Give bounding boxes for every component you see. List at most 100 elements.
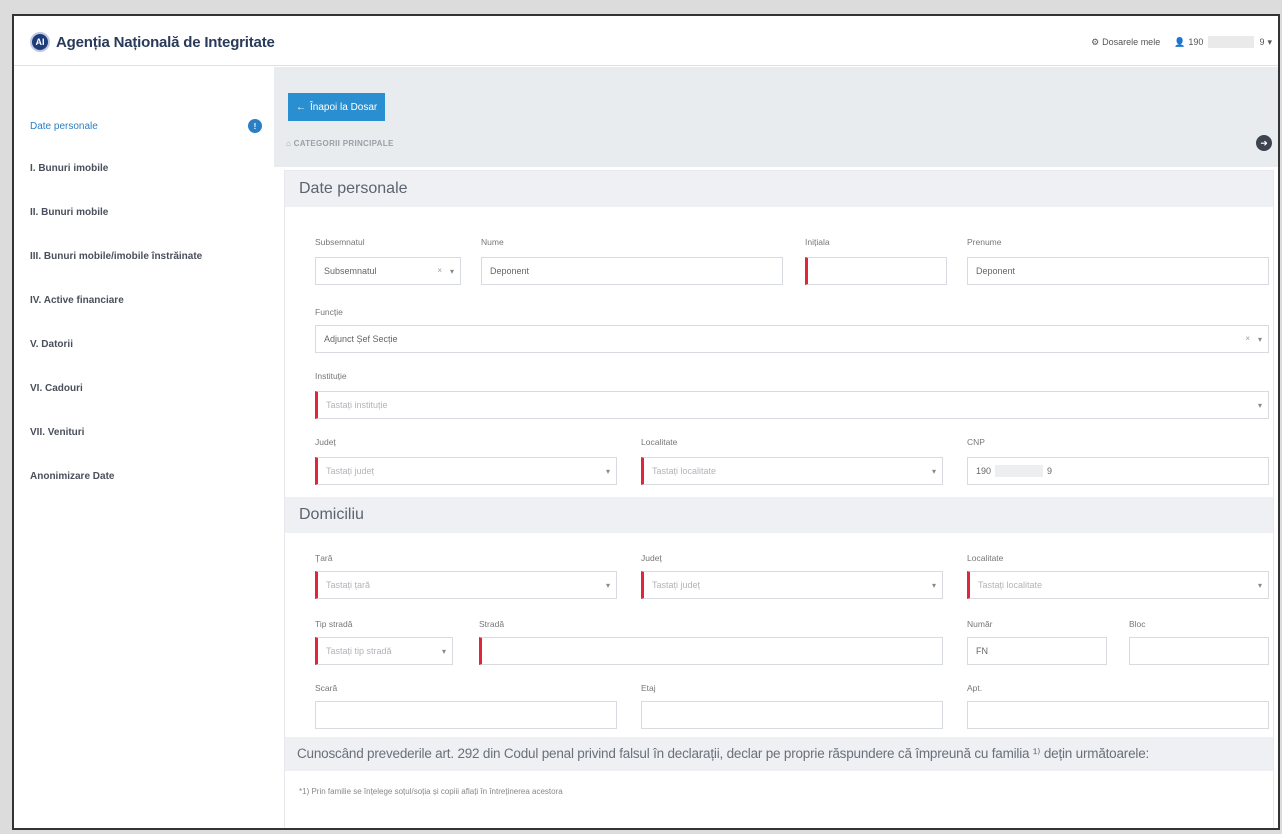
- scara-label: Scară: [315, 683, 338, 693]
- back-to-dossier-button[interactable]: ← Înapoi la Dosar: [288, 93, 386, 121]
- tara-select[interactable]: Tastați țară ▾: [315, 571, 617, 599]
- etaj-label: Etaj: [641, 683, 656, 693]
- subsemnatul-label: Subsemnatul: [315, 237, 365, 247]
- apt-label: Apt.: [967, 683, 983, 693]
- tara-placeholder: Tastați țară: [326, 580, 371, 590]
- arrow-left-icon: ←: [296, 101, 306, 113]
- localitate-placeholder: Tastați localitate: [652, 466, 717, 476]
- next-arrow-button[interactable]: ➜: [1256, 135, 1272, 151]
- subsemnatul-value: Subsemnatul: [324, 266, 377, 276]
- judet-label: Județ: [315, 437, 336, 447]
- bloc-label: Bloc: [1129, 619, 1146, 629]
- localitate-label: Localitate: [641, 437, 678, 447]
- dom-judet-placeholder: Tastați județ: [652, 580, 701, 590]
- initiala-input[interactable]: [805, 257, 947, 285]
- declaration-text: Cunoscând prevederile art. 292 din Codul…: [285, 737, 1273, 771]
- etaj-input[interactable]: [641, 701, 943, 729]
- bloc-input[interactable]: [1129, 637, 1269, 665]
- sidebar-item-bunuri-instrainate[interactable]: III. Bunuri mobile/imobile înstrăinate: [30, 251, 262, 262]
- dom-localitate-placeholder: Tastați localitate: [978, 580, 1043, 590]
- sidebar: Date personale ! I. Bunuri imobile II. B…: [14, 67, 272, 828]
- tip-strada-label: Tip stradă: [315, 619, 353, 629]
- dom-judet-select[interactable]: Tastați județ ▾: [641, 571, 943, 599]
- prenume-value: Deponent: [976, 266, 1016, 276]
- sidebar-item-datorii[interactable]: V. Datorii: [30, 339, 262, 350]
- nume-input[interactable]: Deponent: [481, 257, 783, 285]
- user-id-start: 190: [1188, 37, 1204, 47]
- my-dossiers-link[interactable]: ⚙ Dosarele mele: [1091, 37, 1160, 48]
- judet-select[interactable]: Tastați județ ▾: [315, 457, 617, 485]
- top-navbar: AI Agenția Națională de Integritate ⚙ Do…: [14, 16, 1278, 66]
- brand-name: Agenția Națională de Integritate: [56, 33, 275, 51]
- dom-localitate-label: Localitate: [967, 553, 1004, 563]
- dom-localitate-select[interactable]: Tastați localitate ▾: [967, 571, 1269, 599]
- sidebar-item-label: V. Datorii: [30, 339, 73, 350]
- chevron-down-icon: ▾: [441, 647, 446, 656]
- cnp-end: 9: [1047, 466, 1053, 476]
- ani-logo-icon: AI: [30, 32, 50, 52]
- chevron-down-icon: ▾: [1267, 36, 1272, 47]
- sidebar-item-venituri[interactable]: VII. Venituri: [30, 427, 262, 438]
- numar-input[interactable]: FN: [967, 637, 1107, 665]
- apt-input[interactable]: [967, 701, 1269, 729]
- chevron-down-icon: ▾: [605, 581, 610, 590]
- strada-input[interactable]: [479, 637, 943, 665]
- chevron-down-icon: ▾: [1257, 335, 1262, 344]
- prenume-input[interactable]: Deponent: [967, 257, 1269, 285]
- sidebar-item-label: IV. Active financiare: [30, 295, 124, 306]
- sidebar-item-label: Anonimizare Date: [30, 471, 115, 482]
- prenume-label: Prenume: [967, 237, 1002, 247]
- functie-select[interactable]: Adjunct Șef Secție × ▾: [315, 325, 1269, 353]
- clear-icon[interactable]: ×: [1245, 334, 1250, 343]
- numar-label: Număr: [967, 619, 993, 629]
- users-icon: ⚙: [1091, 36, 1100, 47]
- chevron-down-icon: ▾: [931, 581, 936, 590]
- sidebar-item-label: VII. Venituri: [30, 427, 85, 438]
- localitate-select[interactable]: Tastați localitate ▾: [641, 457, 943, 485]
- redacted-user-id: [1208, 36, 1255, 48]
- sidebar-item-bunuri-mobile[interactable]: II. Bunuri mobile: [30, 207, 262, 218]
- judet-placeholder: Tastați județ: [326, 466, 375, 476]
- arrow-right-icon: ➜: [1260, 137, 1268, 148]
- dom-judet-label: Județ: [641, 553, 662, 563]
- sidebar-item-active-financiare[interactable]: IV. Active financiare: [30, 295, 262, 306]
- nume-label: Nume: [481, 237, 504, 247]
- cnp-label: CNP: [967, 437, 985, 447]
- tip-strada-select[interactable]: Tastați tip stradă ▾: [315, 637, 453, 665]
- institutie-select[interactable]: Tastați instituție ▾: [315, 391, 1269, 419]
- redacted-cnp: [995, 465, 1044, 477]
- tara-label: Țară: [315, 553, 333, 563]
- user-menu[interactable]: 👤 190 9 ▾: [1174, 36, 1272, 48]
- form-card: Date personale Subsemnatul Subsemnatul ×…: [284, 170, 1274, 828]
- clear-icon[interactable]: ×: [437, 266, 442, 275]
- cnp-start: 190: [976, 466, 992, 476]
- subsemnatul-select[interactable]: Subsemnatul × ▾: [315, 257, 461, 285]
- sidebar-item-date-personale[interactable]: Date personale !: [30, 119, 262, 133]
- sidebar-item-anonimizare[interactable]: Anonimizare Date: [30, 471, 262, 482]
- my-dossiers-label: Dosarele mele: [1102, 37, 1161, 47]
- cnp-input[interactable]: 190 9: [967, 457, 1269, 485]
- strada-label: Stradă: [479, 619, 505, 629]
- initiala-label: Inițiala: [805, 237, 830, 247]
- section-title-personal: Date personale: [285, 171, 1273, 207]
- chevron-down-icon: ▾: [449, 267, 454, 276]
- sidebar-item-cadouri[interactable]: VI. Cadouri: [30, 383, 262, 394]
- sidebar-item-label: III. Bunuri mobile/imobile înstrăinate: [30, 251, 203, 262]
- institutie-placeholder: Tastați instituție: [326, 400, 388, 410]
- categories-label: CATEGORII PRINCIPALE: [293, 139, 394, 148]
- brand[interactable]: AI Agenția Națională de Integritate: [30, 32, 275, 52]
- family-footnote: *1) Prin familie se înțelege soțul/soția…: [299, 787, 563, 796]
- sidebar-item-label: I. Bunuri imobile: [30, 163, 109, 174]
- nume-value: Deponent: [490, 266, 530, 276]
- numar-value: FN: [976, 646, 988, 656]
- categories-breadcrumb[interactable]: ⌂ CATEGORII PRINCIPALE: [286, 139, 394, 148]
- functie-value: Adjunct Șef Secție: [324, 334, 398, 344]
- sidebar-item-bunuri-imobile[interactable]: I. Bunuri imobile: [30, 163, 262, 174]
- main-header: ← Înapoi la Dosar ⌂ CATEGORII PRINCIPALE…: [274, 67, 1278, 167]
- section-title-domicile: Domiciliu: [285, 497, 1273, 533]
- chevron-down-icon: ▾: [1257, 401, 1262, 410]
- tip-strada-placeholder: Tastați tip stradă: [326, 646, 392, 656]
- home-icon: ⌂: [286, 139, 294, 148]
- scara-input[interactable]: [315, 701, 617, 729]
- institutie-label: Instituție: [315, 371, 347, 381]
